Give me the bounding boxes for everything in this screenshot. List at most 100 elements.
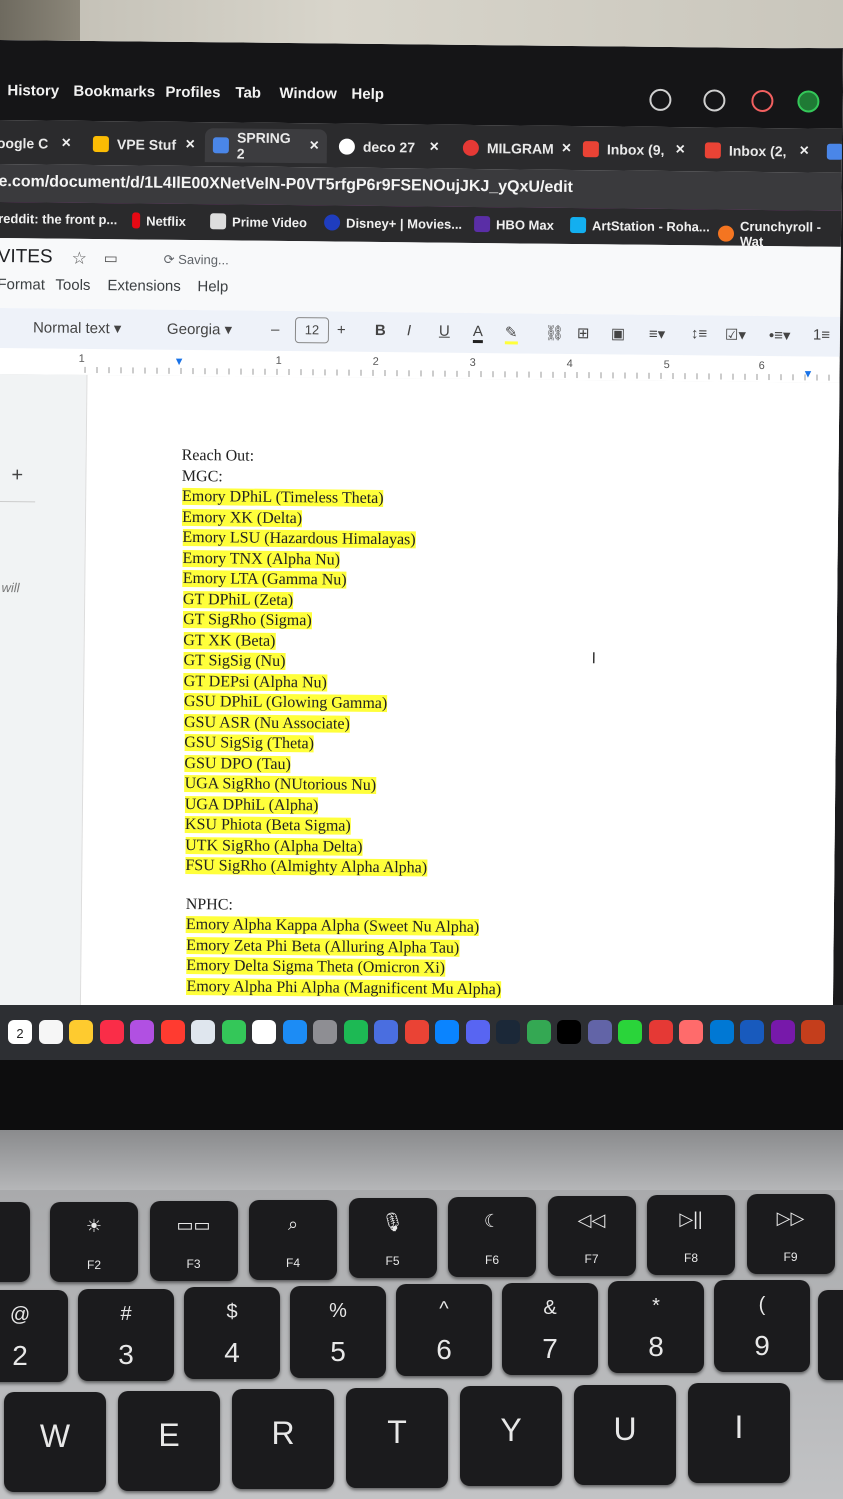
dock-app-icon[interactable] [99, 1020, 124, 1044]
document-title[interactable]: VITES [0, 246, 53, 269]
close-icon[interactable]: × [185, 136, 195, 154]
dock-app-icon[interactable] [435, 1020, 459, 1044]
numbered-list-icon[interactable]: 1≡ [813, 327, 830, 344]
dock-app-icon[interactable] [618, 1020, 642, 1044]
document-line[interactable]: GT SigSig (Nu) [183, 651, 504, 675]
paragraph-style-dropdown[interactable]: Normal text ▾ [33, 318, 122, 337]
calendar-icon[interactable]: 2 [8, 1020, 32, 1044]
letter-key-r[interactable]: R [232, 1389, 334, 1489]
tab-docs-extra[interactable] [819, 135, 843, 169]
bookmark-prime-video[interactable]: Prime Video [210, 213, 307, 230]
status-green-icon[interactable] [797, 90, 820, 113]
letter-key-t[interactable]: T [346, 1387, 448, 1488]
function-key-f4[interactable]: ⌕ F4 [249, 1199, 337, 1280]
italic-button[interactable]: I [407, 322, 411, 339]
document-line[interactable]: Emory Alpha Phi Alpha (Magnificent Mu Al… [186, 977, 502, 1001]
text-color-button[interactable]: A [472, 322, 484, 344]
number-key-4[interactable]: $4 [184, 1287, 280, 1379]
url-text[interactable]: e.com/document/d/1L4IlE00XNetVelN-P0VT5r… [0, 173, 573, 197]
dock-app-icon[interactable] [130, 1020, 154, 1044]
menu-tab[interactable]: Tab [235, 84, 261, 101]
dock-app-icon[interactable] [374, 1020, 398, 1044]
underline-button[interactable]: U [439, 323, 450, 340]
document-line[interactable]: Emory LSU (Hazardous Himalayas) [182, 528, 506, 552]
dock-app-icon[interactable] [404, 1020, 429, 1044]
bookmark-hbo-max[interactable]: HBO Max [474, 215, 554, 233]
bold-button[interactable]: B [375, 322, 386, 339]
dock-app-icon[interactable] [465, 1020, 490, 1044]
dock-app-icon[interactable] [557, 1020, 581, 1044]
dock-app-icon[interactable] [221, 1020, 246, 1044]
document-line[interactable]: GSU DPhiL (Glowing Gamma) [183, 692, 504, 716]
tab-google[interactable]: oogle C × [0, 126, 79, 161]
document-body[interactable]: Reach Out: MGC: Emory DPhiL (Timeless Thet… [176, 446, 507, 1014]
document-line[interactable]: Emory DPhiL (Timeless Theta) [181, 487, 506, 511]
indent-marker-icon[interactable]: ▼ [174, 356, 185, 368]
tab-spring[interactable]: SPRING 2 × [204, 128, 328, 164]
close-icon[interactable]: × [61, 135, 71, 153]
number-key-3[interactable]: #3 [78, 1288, 174, 1381]
letter-key-w[interactable]: W [4, 1392, 106, 1492]
dock-app-icon[interactable] [69, 1020, 93, 1044]
function-key[interactable] [0, 1202, 30, 1282]
dock-app-icon[interactable] [770, 1020, 795, 1044]
dock-app-icon[interactable] [343, 1020, 368, 1044]
document-line[interactable]: UGA SigRho (NUtorious Nu) [184, 774, 504, 798]
number-key-7[interactable]: & 7 [502, 1282, 598, 1375]
letter-key-e[interactable]: E [118, 1390, 220, 1491]
dock-app-icon[interactable] [191, 1020, 215, 1044]
function-key-f7[interactable]: ◁◁ F7 [547, 1196, 636, 1276]
number-key-8[interactable]: * 8 [608, 1281, 704, 1373]
function-key-f3[interactable]: ▭▭ F3 [149, 1200, 238, 1281]
dock-app-icon[interactable] [526, 1020, 551, 1044]
dock-app-icon[interactable] [648, 1020, 673, 1044]
menu-bookmarks[interactable]: Bookmarks [73, 83, 155, 101]
bookmark-reddit[interactable]: reddit: the front p... [0, 211, 117, 227]
letter-key-i[interactable]: I [688, 1383, 790, 1483]
move-folder-icon[interactable]: ▭ [104, 249, 118, 267]
letter-key-y[interactable]: Y [460, 1386, 562, 1486]
creative-cloud-icon[interactable] [751, 89, 774, 113]
close-icon[interactable]: × [562, 140, 572, 158]
function-key-f8[interactable]: ▷|| F8 [647, 1194, 735, 1275]
menu-profiles[interactable]: Profiles [165, 84, 220, 102]
close-icon[interactable]: × [429, 139, 439, 157]
document-line[interactable]: GSU SigSig (Theta) [184, 733, 504, 757]
dock-app-icon[interactable] [282, 1020, 307, 1044]
letter-key-u[interactable]: U [574, 1384, 676, 1485]
document-line[interactable]: KSU Phiota (Beta Sigma) [184, 815, 503, 839]
comment-icon[interactable]: ⊞ [577, 324, 590, 342]
menu-extensions[interactable]: Extensions [107, 277, 181, 295]
tab-deco[interactable]: deco 27 × [331, 129, 447, 164]
number-key-5[interactable]: % 5 [290, 1285, 386, 1378]
tab-inbox-9[interactable]: Inbox (9, × [575, 132, 693, 167]
menu-window[interactable]: Window [279, 85, 337, 103]
align-icon[interactable]: ≡▾ [649, 325, 665, 343]
shield-icon[interactable] [703, 89, 726, 112]
add-tab-icon[interactable]: + [11, 464, 23, 487]
number-key-2[interactable]: @2 [0, 1290, 68, 1382]
close-icon[interactable]: × [675, 141, 685, 159]
menu-format[interactable]: Format [0, 276, 45, 293]
highlight-color-icon[interactable]: ✎ [504, 323, 518, 345]
document-line[interactable]: FSU SigRho (Almighty Alpha Alpha) [185, 856, 502, 880]
function-key-f2[interactable]: ☀ F2 [50, 1202, 138, 1282]
number-key-9[interactable]: (9 [714, 1279, 810, 1372]
decrease-size-button[interactable]: – [271, 321, 280, 338]
bookmark-artstation[interactable]: ArtStation - Roha... [570, 216, 710, 234]
close-icon[interactable]: × [799, 142, 809, 160]
tab-inbox-2[interactable]: Inbox (2, × [697, 133, 817, 168]
image-icon[interactable]: ▣ [611, 324, 625, 342]
bookmark-netflix[interactable]: Netflix [132, 212, 186, 229]
document-line[interactable]: Emory Delta Sigma Theta (Omicron Xi) [186, 956, 501, 980]
function-key-f9[interactable]: ▷▷ F9 [746, 1193, 835, 1274]
bookmark-disney[interactable]: Disney+ | Movies... [324, 214, 462, 231]
document-line[interactable]: Emory Alpha Kappa Alpha (Sweet Nu Alpha) [185, 915, 502, 939]
dock-app-icon[interactable] [709, 1020, 734, 1044]
close-icon[interactable]: × [309, 137, 319, 155]
dock-app-icon[interactable] [496, 1020, 520, 1044]
dock-app-icon[interactable] [252, 1020, 276, 1044]
dock-app-icon[interactable] [160, 1020, 185, 1044]
cloud-icon[interactable] [649, 88, 672, 112]
tab-milgram[interactable]: MILGRAM × [455, 131, 571, 166]
